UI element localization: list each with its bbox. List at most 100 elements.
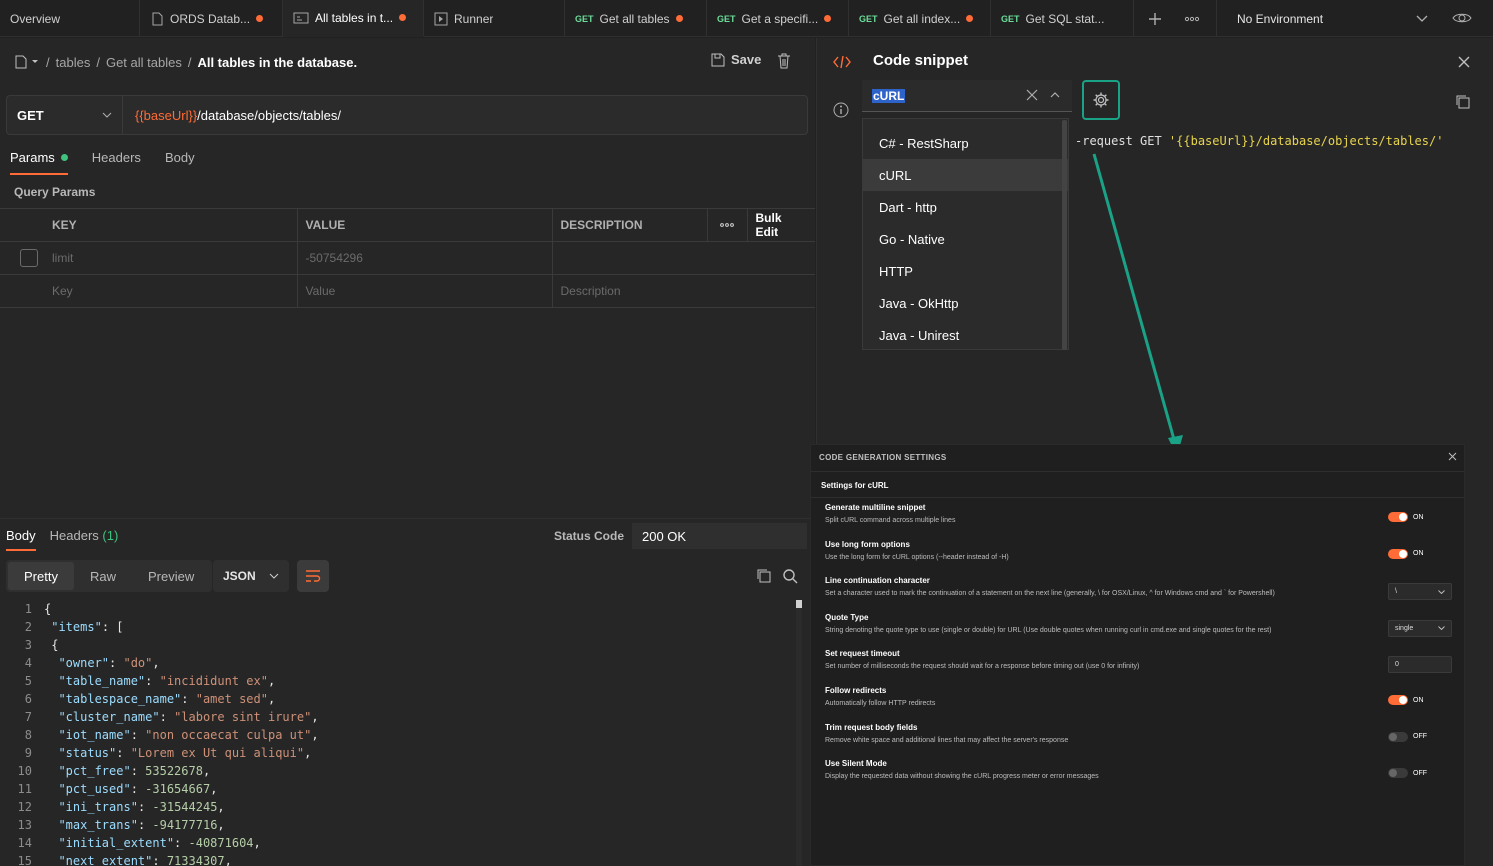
tab-runner[interactable]: Runner (424, 0, 565, 37)
copy-icon[interactable] (756, 568, 772, 584)
trash-icon[interactable] (777, 53, 791, 69)
new-key-cell[interactable]: Key (52, 274, 298, 308)
new-tab-plus-icon[interactable] (1146, 10, 1164, 28)
format-pretty[interactable]: Pretty (8, 562, 74, 590)
setting-toggle[interactable]: OFF (1388, 768, 1427, 779)
tab-get-sql-stat[interactable]: GET Get SQL stat... (991, 0, 1134, 37)
request-icon[interactable] (14, 55, 40, 69)
code-line: 2 "items": [ (6, 618, 806, 636)
close-icon[interactable] (1457, 55, 1471, 69)
param-checkbox[interactable] (20, 249, 38, 267)
breadcrumb-get-all-tables[interactable]: Get all tables (106, 55, 182, 70)
tab-label: All tables in t... (315, 10, 394, 25)
method-select[interactable]: GET (7, 96, 123, 134)
setting-description: Use the long form for cURL options (--he… (825, 553, 1009, 561)
breadcrumb-tables[interactable]: tables (56, 55, 91, 70)
param-value-cell[interactable]: -50754296 (296, 241, 553, 275)
tab-body[interactable]: Body (165, 150, 195, 175)
divider (811, 497, 1464, 498)
json-string: "do" (123, 656, 153, 670)
info-icon[interactable] (833, 102, 849, 118)
language-option[interactable]: C# - RestSharp (863, 127, 1068, 159)
param-description-cell[interactable] (551, 241, 815, 275)
copy-snippet-icon[interactable] (1455, 94, 1471, 110)
json-number: 71334307 (166, 854, 225, 866)
response-tab-body[interactable]: Body (6, 528, 36, 551)
wrap-lines-button[interactable] (297, 560, 329, 592)
toggle-state: OFF (1413, 733, 1427, 741)
tab-get-specific[interactable]: GET Get a specifi... (707, 0, 849, 37)
environment-select[interactable]: No Environment (1216, 0, 1442, 37)
json-key: "pct_used" (58, 782, 131, 796)
code-line: 6 "tablespace_name": "amet sed", (6, 690, 806, 708)
new-description-cell[interactable]: Description (551, 274, 815, 308)
editor-scrollbar[interactable] (796, 600, 802, 866)
tab-get-all-tables[interactable]: GET Get all tables (565, 0, 707, 37)
snippet-language-input[interactable]: cURL (862, 80, 1072, 112)
setting-toggle[interactable]: ON (1388, 512, 1424, 522)
more-columns-icon[interactable] (706, 208, 748, 242)
format-raw[interactable]: Raw (74, 562, 132, 590)
unsaved-dot (675, 15, 683, 22)
tab-params[interactable]: Params (10, 150, 68, 175)
more-tabs-icon[interactable] (1183, 10, 1201, 28)
setting-row: Quote Type String denoting the quote type… (825, 613, 1455, 649)
page-title[interactable]: All tables in the database. (197, 55, 357, 70)
bulk-edit-button[interactable]: Bulk Edit (746, 208, 815, 242)
setting-select[interactable]: \ (1388, 583, 1452, 601)
headers-count: (1) (102, 528, 119, 543)
setting-name: Use Silent Mode (825, 759, 887, 769)
tab-headers[interactable]: Headers (92, 150, 141, 175)
json-number: 53522678 (145, 764, 203, 778)
tab-ords-database[interactable]: ORDS Datab... (140, 0, 283, 37)
setting-number-input[interactable]: 0 (1388, 656, 1452, 674)
setting-toggle[interactable]: OFF (1388, 731, 1427, 742)
key-column-header: KEY (52, 208, 298, 242)
param-key-cell[interactable]: limit (52, 241, 298, 275)
save-button[interactable]: Save (711, 52, 761, 67)
eye-icon[interactable] (1452, 9, 1472, 27)
code-line: 4 "owner": "do", (6, 654, 806, 672)
search-icon[interactable] (782, 568, 798, 584)
code-line: 11 "pct_used": -31654667, (6, 780, 806, 798)
toggle-state: ON (1413, 550, 1424, 558)
response-body-editor[interactable]: 1{2 "items": [3 {4 "owner": "do", 5 "tabl… (6, 600, 806, 866)
setting-description: Set number of milliseconds the request s… (825, 663, 1140, 671)
tab-overview[interactable]: Overview (0, 0, 140, 37)
language-select[interactable]: JSON (213, 560, 289, 592)
query-params-title: Query Params (14, 185, 96, 199)
format-preview[interactable]: Preview (132, 562, 210, 590)
setting-row: Set request timeout Set number of millise… (825, 649, 1455, 685)
setting-toggle[interactable]: ON (1388, 695, 1424, 705)
code-line: 7 "cluster_name": "labore sint irure", (6, 708, 806, 726)
settings-close-icon[interactable] (1448, 452, 1457, 461)
tab-all-tables[interactable]: All tables in t... (283, 0, 424, 37)
chevron-down-icon (102, 112, 112, 118)
snippet-code[interactable]: -request GET '{{baseUrl}}/database/objec… (1075, 134, 1443, 148)
new-value-cell[interactable]: Value (296, 274, 553, 308)
response-tab-headers[interactable]: Headers (1) (50, 528, 119, 551)
url-path: /database/objects/tables/ (197, 107, 341, 123)
line-number: 6 (24, 692, 32, 706)
language-option[interactable]: cURL (863, 159, 1068, 191)
language-option[interactable]: Go - Native (863, 223, 1068, 255)
setting-row: Line continuation character Set a charact… (825, 576, 1455, 612)
dropdown-scrollbar[interactable] (1062, 120, 1067, 350)
chevron-up-icon[interactable] (1050, 91, 1060, 98)
url-input[interactable]: {{baseUrl}}/database/objects/tables/ (123, 96, 341, 134)
language-option[interactable]: HTTP (863, 255, 1068, 287)
language-option[interactable]: Java - Unirest (863, 319, 1068, 349)
settings-button[interactable] (1082, 80, 1120, 120)
setting-select[interactable]: single (1388, 619, 1452, 637)
setting-toggle[interactable]: ON (1388, 548, 1424, 559)
json-number: -94177716 (152, 818, 218, 832)
tab-label: Get a specifi... (741, 11, 819, 26)
clear-icon[interactable] (1026, 89, 1038, 101)
language-option[interactable]: Java - OkHttp (863, 287, 1068, 319)
tab-get-all-indexes[interactable]: GET Get all index... (849, 0, 991, 37)
setting-name: Generate multiline snippet (825, 503, 926, 512)
code-text: { (44, 638, 59, 652)
code-text: , (152, 656, 160, 670)
json-key: "cluster_name" (58, 710, 160, 724)
language-option[interactable]: Dart - http (863, 191, 1068, 223)
